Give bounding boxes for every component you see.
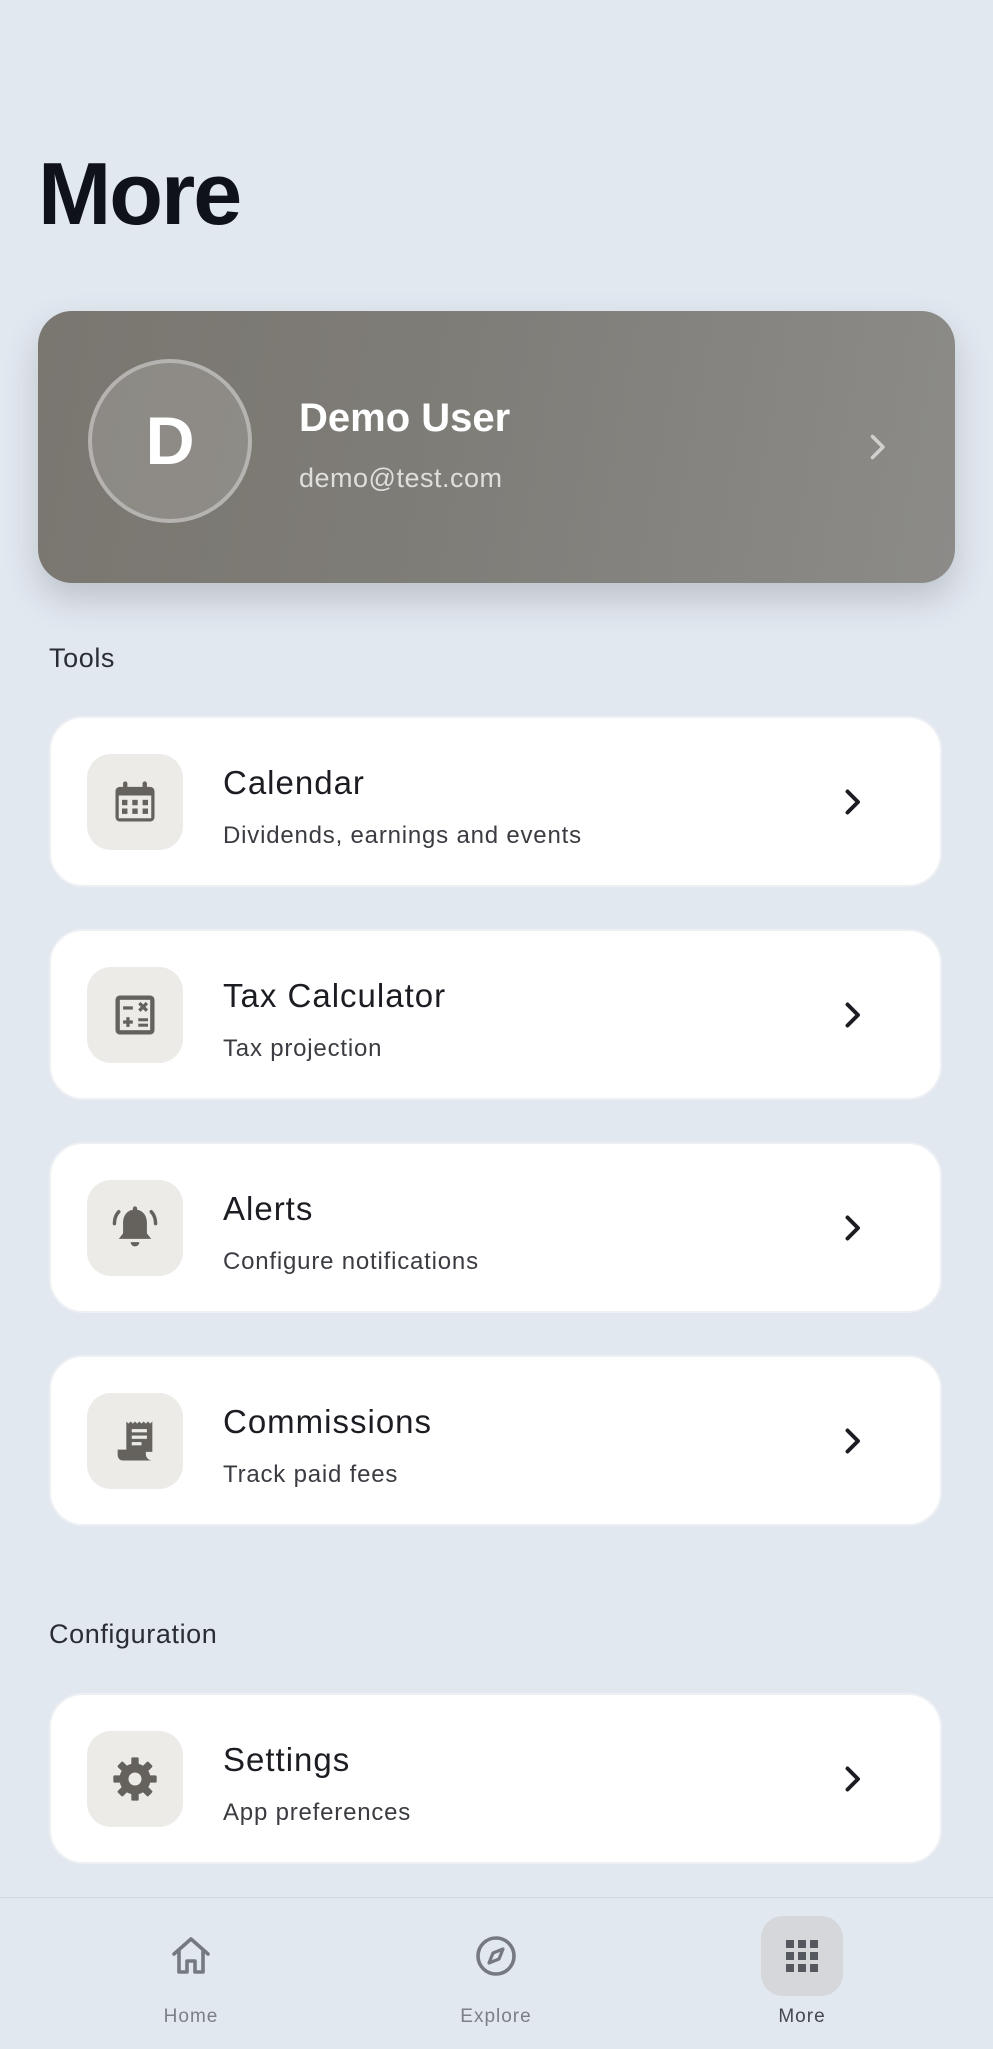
menu-item-title: Calendar — [223, 764, 365, 801]
menu-item-title: Alerts — [223, 1190, 314, 1227]
menu-item-subtitle: Track paid fees — [223, 1461, 399, 1488]
receipt-icon — [117, 1421, 153, 1461]
nav-home[interactable]: Home — [121, 1916, 261, 2036]
menu-item-subtitle: App preferences — [223, 1799, 412, 1826]
grid-icon — [786, 1940, 818, 1972]
menu-item-subtitle: Configure notifications — [223, 1248, 479, 1275]
avatar: D — [88, 359, 252, 523]
profile-email: demo@test.com — [299, 463, 503, 493]
menu-item-commissions[interactable]: Commissions Track paid fees — [49, 1355, 942, 1526]
section-label-configuration: Configuration — [49, 1619, 218, 1649]
menu-item-alerts[interactable]: Alerts Configure notifications — [49, 1142, 942, 1313]
chevron-right-icon — [845, 1766, 860, 1792]
profile-card[interactable]: D Demo User demo@test.com — [38, 311, 955, 583]
gear-icon — [113, 1757, 157, 1801]
bottom-navigation: Home Explore More — [0, 1897, 993, 2049]
menu-item-calendar[interactable]: Calendar Dividends, earnings and events — [49, 716, 942, 887]
menu-item-title: Settings — [223, 1741, 351, 1778]
nav-explore[interactable]: Explore — [426, 1916, 566, 2036]
calculator-icon — [115, 995, 155, 1035]
profile-name: Demo User — [299, 396, 511, 440]
chevron-right-icon — [845, 1215, 860, 1241]
menu-item-tax-calculator[interactable]: Tax Calculator Tax projection — [49, 929, 942, 1100]
menu-item-settings[interactable]: Settings App preferences — [49, 1693, 942, 1864]
chevron-right-icon — [845, 1002, 860, 1028]
nav-more[interactable]: More — [732, 1916, 872, 2036]
chevron-right-icon — [870, 434, 885, 460]
menu-item-subtitle: Tax projection — [223, 1035, 383, 1062]
calendar-icon — [115, 781, 155, 822]
home-icon — [172, 1937, 210, 1974]
nav-label: Explore — [460, 2006, 532, 2027]
compass-icon — [476, 1936, 516, 1976]
section-label-tools: Tools — [49, 643, 116, 673]
page-title: More — [38, 144, 242, 243]
avatar-initial: D — [145, 403, 195, 479]
chevron-right-icon — [845, 1428, 860, 1454]
nav-label: Home — [163, 2006, 219, 2027]
bell-icon — [112, 1206, 158, 1247]
nav-label: More — [778, 2006, 826, 2027]
chevron-right-icon — [845, 789, 860, 815]
menu-item-title: Commissions — [223, 1403, 433, 1440]
menu-item-title: Tax Calculator — [223, 977, 447, 1014]
menu-item-subtitle: Dividends, earnings and events — [223, 822, 582, 849]
